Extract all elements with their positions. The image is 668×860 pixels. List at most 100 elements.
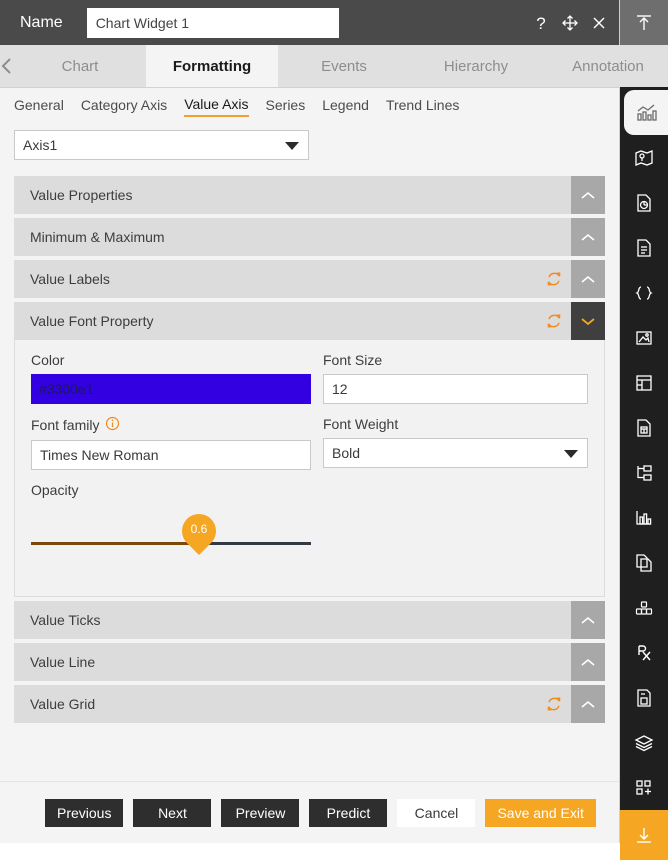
refresh-icon[interactable]: [537, 260, 571, 298]
subtab-category-axis[interactable]: Category Axis: [81, 97, 167, 116]
color-input[interactable]: #3300e1: [31, 374, 311, 404]
section-value-grid-header[interactable]: Value Grid: [14, 685, 605, 723]
close-icon[interactable]: [589, 12, 609, 34]
tab-chart[interactable]: Chart: [14, 45, 146, 87]
font-weight-label: Font Weight: [323, 416, 399, 432]
refresh-icon[interactable]: [537, 685, 571, 723]
font-weight-select[interactable]: Bold: [323, 438, 588, 468]
font-family-input[interactable]: Times New Roman: [31, 440, 311, 470]
subtab-general-label: General: [14, 96, 64, 113]
cancel-button[interactable]: Cancel: [397, 798, 476, 827]
prescription-icon[interactable]: [620, 630, 668, 675]
section-value-properties: Value Properties: [14, 176, 605, 214]
sub-tabstrip: General Category Axis Value Axis Series …: [0, 88, 619, 124]
section-value-line: Value Line: [14, 643, 605, 681]
section-value-properties-header[interactable]: Value Properties: [14, 176, 605, 214]
opacity-slider-track[interactable]: [31, 542, 311, 545]
tab-hierarchy-label: Hierarchy: [443, 57, 509, 75]
help-icon[interactable]: ?: [531, 12, 551, 34]
section-value-font-property-toggle[interactable]: [571, 302, 605, 340]
tabs-prev-arrow[interactable]: [0, 45, 14, 87]
save-and-exit-button[interactable]: Save and Exit: [485, 798, 596, 827]
section-minimum-maximum-title: Minimum & Maximum: [30, 229, 165, 245]
copy-page-icon[interactable]: [620, 540, 668, 585]
subtab-trend-lines-label: Trend Lines: [385, 96, 460, 113]
section-value-ticks-header[interactable]: Value Ticks: [14, 601, 605, 639]
value-font-property-panel: Color #3300e1 Font family Times New Roma…: [14, 340, 605, 597]
font-weight-field: Font Weight Bold: [323, 416, 588, 468]
section-minimum-maximum-toggle[interactable]: [571, 218, 605, 256]
next-button[interactable]: Next: [133, 798, 212, 827]
widget-name-input[interactable]: Chart Widget 1: [86, 7, 339, 38]
opacity-label: Opacity: [31, 482, 79, 498]
layers-icon[interactable]: [620, 720, 668, 765]
upload-icon[interactable]: [620, 0, 668, 45]
previous-button[interactable]: Previous: [45, 798, 124, 827]
subtab-series[interactable]: Series: [266, 97, 306, 116]
section-value-properties-title: Value Properties: [30, 187, 133, 203]
opacity-field: Opacity 0.6: [31, 482, 311, 558]
section-value-grid-title: Value Grid: [30, 696, 96, 712]
move-icon[interactable]: [560, 12, 580, 34]
cubes-icon[interactable]: [620, 585, 668, 630]
titlebar-actions: ?: [531, 12, 609, 34]
settings-body: Axis1 Value Properties Minimum & Maximum…: [0, 124, 619, 781]
section-minimum-maximum-header[interactable]: Minimum & Maximum: [14, 218, 605, 256]
section-value-labels-header[interactable]: Value Labels: [14, 260, 605, 298]
section-value-grid: Value Grid: [14, 685, 605, 723]
font-size-input[interactable]: 12: [323, 374, 588, 404]
code-braces-icon[interactable]: [620, 270, 668, 315]
tab-chart-label: Chart: [61, 57, 99, 75]
section-value-properties-toggle[interactable]: [571, 176, 605, 214]
subtab-general[interactable]: General: [14, 97, 64, 116]
section-value-ticks-title: Value Ticks: [30, 612, 101, 628]
download-icon[interactable]: [620, 810, 668, 860]
subtab-legend-label: Legend: [322, 96, 369, 113]
chart-icon[interactable]: [624, 90, 668, 135]
section-value-line-header[interactable]: Value Line: [14, 643, 605, 681]
subtab-value-axis[interactable]: Value Axis: [184, 96, 249, 117]
image-icon[interactable]: [620, 315, 668, 360]
section-value-font-property-header[interactable]: Value Font Property: [14, 302, 605, 340]
form-document-icon[interactable]: [620, 405, 668, 450]
info-icon[interactable]: [105, 416, 120, 434]
report-pie-icon[interactable]: [620, 180, 668, 225]
tab-annotation-label: Annotation: [572, 57, 644, 75]
tab-formatting[interactable]: Formatting: [146, 45, 278, 87]
caret-down-icon: [285, 137, 299, 153]
opacity-slider-thumb[interactable]: 0.6: [174, 506, 224, 556]
tab-hierarchy[interactable]: Hierarchy: [410, 45, 542, 87]
section-value-line-toggle[interactable]: [571, 643, 605, 681]
document-icon[interactable]: [620, 225, 668, 270]
preview-button[interactable]: Preview: [221, 798, 300, 827]
color-field: Color #3300e1: [31, 352, 311, 404]
tab-annotation[interactable]: Annotation: [542, 45, 668, 87]
caret-down-icon: [564, 445, 578, 461]
section-value-labels-toggle[interactable]: [571, 260, 605, 298]
section-value-labels: Value Labels: [14, 260, 605, 298]
predict-button[interactable]: Predict: [309, 798, 388, 827]
saved-document-icon[interactable]: [620, 675, 668, 720]
section-value-ticks-toggle[interactable]: [571, 601, 605, 639]
opacity-slider[interactable]: 0.6: [31, 504, 311, 558]
table-icon[interactable]: [620, 360, 668, 405]
section-value-font-property-title: Value Font Property: [30, 313, 154, 329]
tab-events-label: Events: [321, 57, 367, 75]
tab-events[interactable]: Events: [278, 45, 410, 87]
axis-select-value: Axis1: [23, 137, 58, 153]
subtab-legend[interactable]: Legend: [322, 97, 369, 116]
add-widget-icon[interactable]: [620, 765, 668, 810]
section-value-grid-toggle[interactable]: [571, 685, 605, 723]
map-icon[interactable]: [620, 135, 668, 180]
section-value-labels-title: Value Labels: [30, 271, 110, 287]
subtab-trend-lines[interactable]: Trend Lines: [386, 97, 459, 116]
opacity-slider-fill: [31, 542, 199, 545]
refresh-icon[interactable]: [537, 302, 571, 340]
axis-select[interactable]: Axis1: [14, 130, 309, 160]
main-tabstrip: Chart Formatting Events Hierarchy Annota…: [0, 45, 668, 88]
font-size-field: Font Size 12: [323, 352, 588, 404]
section-minimum-maximum: Minimum & Maximum: [14, 218, 605, 256]
hierarchy-icon[interactable]: [620, 450, 668, 495]
tab-formatting-label: Formatting: [172, 57, 252, 75]
bar-chart-icon[interactable]: [620, 495, 668, 540]
